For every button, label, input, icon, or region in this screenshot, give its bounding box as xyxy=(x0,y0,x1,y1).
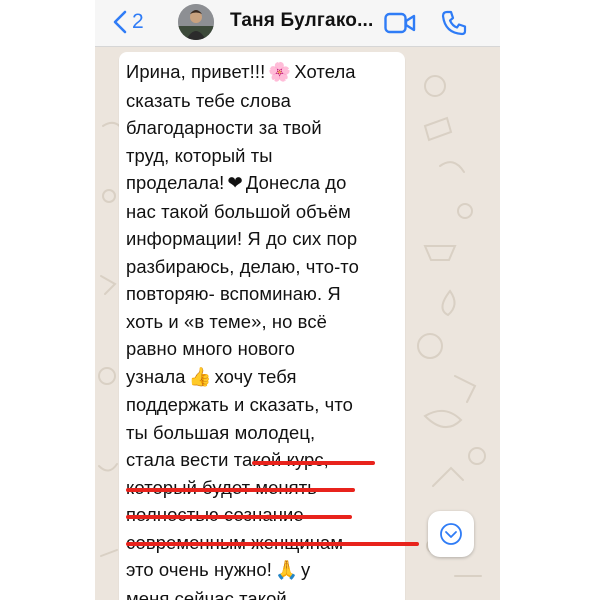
chat-screen: 2 Таня Булгако... Ирина, привет!!! 🌸 Хотел… xyxy=(95,0,500,600)
message-text-segment: который будет менять xyxy=(126,476,317,498)
message-text-segment: информации! Я до сих пор xyxy=(126,228,358,249)
message-text-segment: меня сейчас такой xyxy=(126,587,287,600)
message-text-segment: благодарности за твой xyxy=(126,117,322,138)
emoji-icon: ❤ xyxy=(227,173,243,194)
message-line: равно много нового xyxy=(126,335,378,363)
message-text-segment: равно много нового xyxy=(126,338,295,359)
message-text-segment: хоть и «в теме», но всё xyxy=(126,310,327,332)
message-line: узнала 👍 хочу тебя xyxy=(126,363,378,392)
message-line: сказать тебе слова xyxy=(126,87,378,115)
message-text-segment: это очень нужно! xyxy=(126,559,272,580)
message-line: повторяю- вспоминаю. Я xyxy=(126,280,378,308)
message-text-segment: труд, который ты xyxy=(126,144,273,166)
scroll-to-bottom-button[interactable] xyxy=(428,511,474,557)
highlight-underline-3 xyxy=(126,515,352,519)
message-line: благодарности за твой xyxy=(126,114,378,142)
message-line: хоть и «в теме», но всё xyxy=(126,308,378,336)
message-line: Ирина, привет!!! 🌸 Хотела xyxy=(126,58,378,87)
message-text-segment: разбираюсь, делаю, что-то xyxy=(126,255,359,277)
message-text-segment: Хотела xyxy=(294,61,356,82)
back-button[interactable]: 2 xyxy=(113,8,144,36)
message-text-segment: узнала xyxy=(126,365,186,387)
contact-name[interactable]: Таня Булгако... xyxy=(230,10,374,32)
message-text-segment: сказать тебе слова xyxy=(126,89,291,111)
message-text-segment: повторяю- вспоминаю. Я xyxy=(126,283,341,304)
video-camera-icon[interactable] xyxy=(384,12,416,34)
avatar-image xyxy=(178,4,214,40)
emoji-icon: 🙏 xyxy=(274,560,298,581)
message-line: это очень нужно! 🙏 у xyxy=(126,556,378,585)
message-line: ты большая молодец, xyxy=(126,419,378,447)
message-line: нас такой большой объём xyxy=(126,198,378,226)
message-line: меня сейчас такой xyxy=(126,585,378,600)
chevron-left-icon xyxy=(113,10,127,34)
chat-header: 2 Таня Булгако... xyxy=(95,0,500,47)
message-text-segment: ты большая молодец, xyxy=(126,421,316,443)
message-text-segment: поддержать и сказать, что xyxy=(126,394,353,415)
message-text-segment: стала вести такой курс, xyxy=(126,449,329,470)
message-text-segment: хочу тебя xyxy=(214,365,297,387)
phone-icon[interactable] xyxy=(441,10,467,36)
message-line: стала вести такой курс, xyxy=(126,446,378,474)
chevron-down-icon xyxy=(440,523,462,545)
message-text-segment: нас такой большой объём xyxy=(126,200,351,222)
message-line: разбираюсь, делаю, что-то xyxy=(126,253,378,281)
highlight-underline-2 xyxy=(126,488,355,492)
message-text-segment: Донесла до xyxy=(245,172,347,193)
message-line: поддержать и сказать, что xyxy=(126,391,378,419)
message-line: труд, который ты xyxy=(126,142,378,170)
unread-count: 2 xyxy=(132,10,144,33)
message-text-segment: у xyxy=(300,559,311,580)
message-line: информации! Я до сих пор xyxy=(126,225,378,253)
avatar[interactable] xyxy=(178,4,214,40)
emoji-icon: 👍 xyxy=(188,366,212,388)
highlight-underline-1 xyxy=(252,461,375,465)
message-line: проделала! ❤ Донесла до xyxy=(126,169,378,198)
emoji-icon: 🌸 xyxy=(268,62,292,83)
highlight-underline-4 xyxy=(126,542,419,546)
message-text-segment: проделала! xyxy=(126,172,225,193)
message-text-segment: Ирина, привет!!! xyxy=(126,61,266,82)
